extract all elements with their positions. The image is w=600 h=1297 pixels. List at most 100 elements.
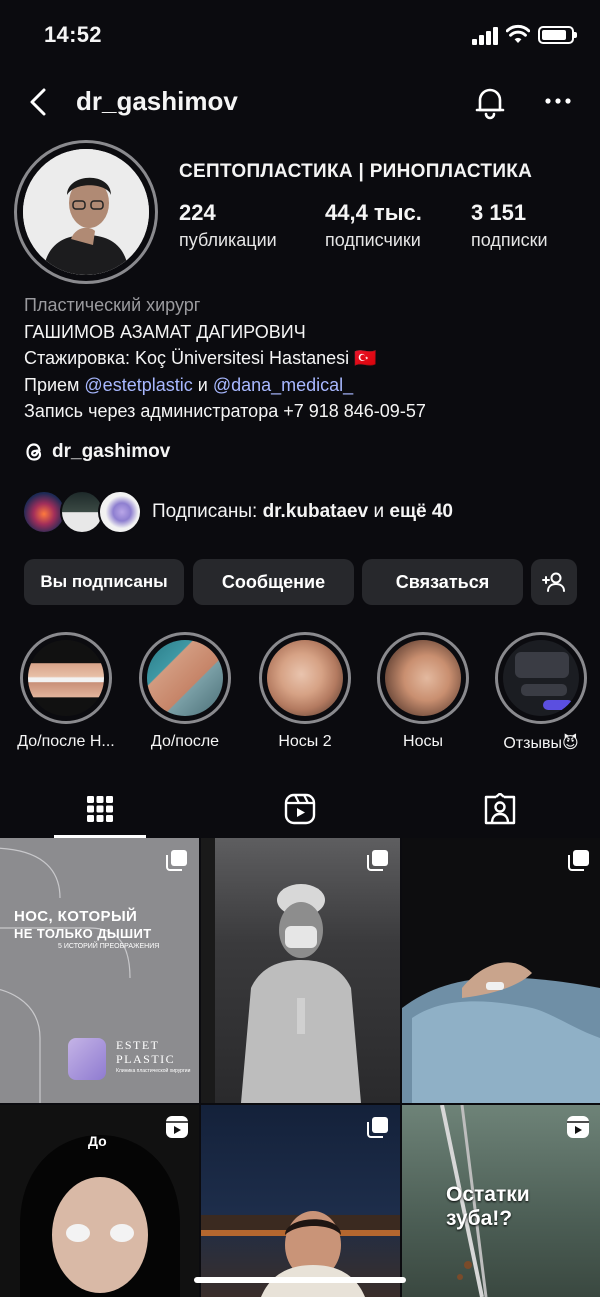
bio-internship-text: Стажировка: Koç Üniversitesi Hastanesi (24, 348, 350, 368)
highlight-label: Отзывы😈 (503, 735, 579, 752)
carousel-icon (367, 1117, 388, 1138)
highlight-cover (139, 632, 231, 724)
stat-followers-value: 44,4 тыс. (325, 200, 422, 225)
highlight-label: До/после Н... (17, 733, 115, 750)
carousel-icon (568, 850, 589, 871)
highlight-cover (20, 632, 112, 724)
header-username: dr_gashimov (76, 86, 238, 116)
profile-header: dr_gashimov (0, 76, 600, 128)
back-icon[interactable] (22, 84, 58, 120)
story-highlights: До/после Н... До/после Носы 2 Носы Отзыв… (0, 632, 600, 757)
status-bar: 14:52 (0, 0, 600, 70)
highlight-cover (495, 632, 587, 724)
post-brand-sub: Клиника пластической хирургии (116, 1068, 191, 1074)
followed-by-prefix: Подписаны: (152, 501, 258, 522)
profile-bio: Пластический хирург ГАШИМОВ АЗАМАТ ДАГИР… (24, 292, 584, 425)
post-photo (201, 838, 361, 1103)
carousel-icon (166, 850, 187, 871)
bell-icon[interactable] (470, 82, 510, 122)
stat-followers-label: подписчики (325, 230, 421, 250)
stat-posts[interactable]: 224 публикации (179, 200, 277, 251)
mutual-avatar (98, 490, 142, 534)
post-tile[interactable]: До (0, 1105, 199, 1297)
profile-stats: 224 публикации 44,4 тыс. подписчики 3 15… (179, 200, 589, 256)
posts-grid: НОС, КОТОРЫЙ НЕ ТОЛЬКО ДЫШИТ 5 ИСТОРИЙ П… (0, 838, 600, 1297)
post-brand-line1: ESTET (116, 1038, 160, 1052)
stat-posts-label: публикации (179, 230, 277, 250)
stat-followers[interactable]: 44,4 тыс. подписчики (325, 200, 422, 251)
post-headline-line1: НОС, КОТОРЫЙ (14, 908, 138, 925)
post-headline-line2: НЕ ТОЛЬКО ДЫШИТ (14, 926, 152, 941)
tab-reels[interactable] (200, 780, 400, 838)
profile-display-name: СЕПТОПЛАСТИКА | РИНОПЛАСТИКА (179, 161, 533, 182)
turkey-flag-icon: 🇹🇷 (354, 348, 377, 368)
followed-by-text: Подписаны: dr.kubataev и ещё 40 (152, 501, 453, 523)
followed-by-and: и (373, 501, 385, 522)
carousel-icon (367, 850, 388, 871)
highlight-item[interactable]: До/после (125, 632, 245, 751)
following-button[interactable]: Вы подписаны (24, 559, 184, 605)
post-tile[interactable] (402, 838, 600, 1103)
mutual-follower-avatars (22, 488, 146, 536)
battery-icon (538, 26, 577, 44)
post-caption: Остатки зуба!? (446, 1183, 530, 1230)
profile-tabs (0, 780, 600, 838)
profile-avatar[interactable] (14, 140, 158, 284)
mention-dana-medical[interactable]: @dana_medical_ (213, 375, 353, 395)
add-person-icon (542, 572, 565, 592)
avatar-photo (23, 149, 149, 275)
bio-line-internship: Стажировка: Koç Üniversitesi Hastanesi 🇹… (24, 345, 584, 372)
home-indicator[interactable] (194, 1277, 406, 1283)
bio-line-reception: Прием @estetplastic и @dana_medical_ (24, 372, 584, 399)
reel-icon (166, 1116, 188, 1138)
bio-and-text: и (197, 374, 208, 395)
wifi-icon (506, 24, 530, 43)
tab-tagged[interactable] (400, 780, 600, 838)
reel-icon (567, 1116, 589, 1138)
followed-by-more: ещё 40 (389, 501, 453, 522)
tagged-person-icon (484, 793, 516, 825)
bio-line-name: ГАШИМОВ АЗАМАТ ДАГИРОВИЧ (24, 321, 306, 342)
highlight-label: До/после (150, 733, 220, 750)
followed-by-user: dr.kubataev (262, 501, 369, 522)
tab-posts-grid[interactable] (0, 780, 200, 838)
threads-link[interactable]: dr_gashimov (24, 438, 170, 466)
status-time: 14:52 (44, 22, 102, 47)
profile-actions: Вы подписаны Сообщение Связаться (24, 559, 580, 605)
stat-following-label: подписки (471, 230, 548, 250)
highlight-item[interactable]: До/после Н... (6, 632, 126, 751)
bio-line-booking: Запись через администратора +7 918 846-0… (24, 401, 426, 421)
post-brand-line2: PLASTIC (116, 1052, 176, 1066)
highlight-cover (377, 632, 469, 724)
highlight-item[interactable]: Носы 2 (245, 632, 365, 751)
reels-icon (284, 793, 316, 825)
bio-reception-text: Прием (24, 374, 80, 395)
post-tile[interactable]: Остатки зуба!? (402, 1105, 600, 1297)
mention-estetplastic[interactable]: @estetplastic (84, 375, 192, 395)
highlight-item[interactable]: Отзывы😈 (481, 632, 600, 753)
suggest-people-button[interactable] (531, 559, 577, 605)
cellular-signal-icon (472, 27, 500, 45)
stat-following[interactable]: 3 151 подписки (471, 200, 548, 251)
post-subline: 5 ИСТОРИЙ ПРЕОБРАЖЕНИЯ (58, 943, 160, 950)
threads-handle: dr_gashimov (52, 441, 171, 462)
bio-category: Пластический хирург (24, 295, 201, 315)
stat-posts-value: 224 (179, 200, 216, 225)
stat-following-value: 3 151 (471, 200, 527, 225)
followed-by[interactable]: Подписаны: dr.kubataev и ещё 40 (22, 488, 453, 536)
message-button[interactable]: Сообщение (193, 559, 354, 605)
highlight-item[interactable]: Носы (363, 632, 483, 751)
estet-plastic-logo-icon (68, 1038, 106, 1080)
post-caption: До (88, 1133, 107, 1149)
highlight-label: Носы (403, 733, 443, 750)
post-tile[interactable] (201, 838, 400, 1103)
more-options-icon[interactable] (538, 86, 578, 116)
post-photo (402, 962, 600, 1103)
highlight-label: Носы 2 (278, 733, 332, 750)
post-tile[interactable]: НОС, КОТОРЫЙ НЕ ТОЛЬКО ДЫШИТ 5 ИСТОРИЙ П… (0, 838, 199, 1103)
contact-button[interactable]: Связаться (362, 559, 523, 605)
threads-icon (26, 443, 42, 461)
highlight-cover (259, 632, 351, 724)
post-tile[interactable] (201, 1105, 400, 1297)
grid-icon (87, 796, 113, 822)
